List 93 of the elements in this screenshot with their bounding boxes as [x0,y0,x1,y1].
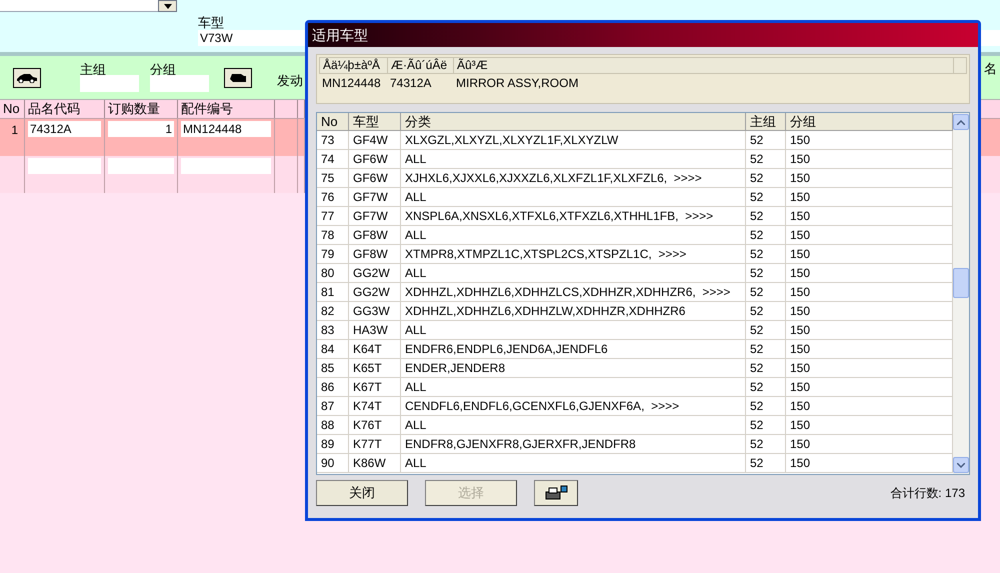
table-cell: 52 [746,150,786,168]
table-cell: 88 [317,416,349,434]
table-cell: 52 [746,321,786,339]
table-cell: GF4W [349,131,401,149]
table-cell: GF6W [349,150,401,168]
table-cell: 75 [317,169,349,187]
table-cell: ALL [401,226,746,244]
table-cell: K65T [349,359,401,377]
table-cell: XJHXL6,XJXXL6,XJXXZL6,XLXFZL1F,XLXFZL6, >>>> [401,169,746,187]
table-cell: GF7W [349,207,401,225]
table-cell: 86 [317,378,349,396]
table-cell: 78 [317,226,349,244]
table-cell: 76 [317,188,349,206]
table-cell-text: MIRROR ASSY,ROOM [455,75,580,92]
table-cell: ENDFR8,GJENXFR8,GJERXFR,JENDFR8 [401,435,746,453]
table-cell: K67T [349,378,401,396]
field-label: 发动 [277,72,303,90]
column-header: 主组 [746,113,786,130]
table-cell: K64T [349,340,401,358]
table-cell: 52 [746,454,786,472]
table-cell: 52 [746,131,786,149]
table-cell: 83 [317,321,349,339]
table-cell: 73 [317,131,349,149]
table-cell: 77 [317,207,349,225]
column-header: 配件编号 [178,100,275,118]
table-cell: 52 [746,226,786,244]
table-cell: 52 [746,378,786,396]
table-cell: GG3W [349,302,401,320]
table-cell: GG2W [349,283,401,301]
column-header: No [317,113,349,130]
table-cell: 90 [317,454,349,472]
table-cell: 52 [746,302,786,320]
table-cell: XTMPR8,XTMPZL1C,XTSPL2CS,XTSPZL1C, >>>> [401,245,746,263]
table-cell: 87 [317,397,349,415]
table-cell: GF7W [349,188,401,206]
table-cell-text: MN124448 [321,75,382,92]
table-cell: 52 [746,283,786,301]
table-cell: 52 [746,207,786,225]
table-cell: GF8W [349,245,401,263]
table-cell: ALL [401,264,746,282]
table-cell: 52 [746,264,786,282]
table-cell: XDHHZL,XDHHZL6,XDHHZLW,XDHHZR,XDHHZR6 [401,302,746,320]
table-cell: 52 [746,169,786,187]
table-cell: HA3W [349,321,401,339]
table-cell: ENDFR6,ENDPL6,JEND6A,JENDFL6 [401,340,746,358]
table-cell: K86W [349,454,401,472]
table-cell-text: 74312A [389,75,432,92]
table-cell: GG2W [349,264,401,282]
table-cell: K76T [349,416,401,434]
column-header: 订购数量 [105,100,178,118]
table-cell: 89 [317,435,349,453]
column-header: Ãû³Æ [454,58,954,73]
table-cell: 52 [746,397,786,415]
field-label: 主组 [80,61,106,79]
column-header: No [0,100,25,118]
column-header: 车型 [349,113,401,130]
table-cell: XLXGZL,XLXYZL,XLXYZL1F,XLXYZLW [401,131,746,149]
table-cell: 52 [746,245,786,263]
column-header: Åä¼þ±àºÅ [320,58,388,73]
table-cell: 81 [317,283,349,301]
total-count: 合计行数: 173 [890,485,965,502]
table-cell: K77T [349,435,401,453]
table-cell: K74T [349,397,401,415]
table-cell: CENDFL6,ENDFL6,GCENXFL6,GJENXF6A, >>>> [401,397,746,415]
table-cell: ALL [401,188,746,206]
table-cell: GF8W [349,226,401,244]
table-cell: 74 [317,150,349,168]
table-cell: ALL [401,378,746,396]
table-cell: 80 [317,264,349,282]
table-cell: 82 [317,302,349,320]
table-cell: 85 [317,359,349,377]
table-cell: 52 [746,188,786,206]
column-header: 品名代码 [25,100,105,118]
table-cell: 52 [746,359,786,377]
column-header: 分类 [401,113,746,130]
table-cell: GF6W [349,169,401,187]
column-header: Æ·Ãû´úÂë [388,58,454,73]
table-cell: ALL [401,321,746,339]
table-cell: 84 [317,340,349,358]
column-header: 名 [984,60,997,78]
field-label: 车型 [198,14,224,32]
table-cell: 52 [746,340,786,358]
table-cell: 52 [746,416,786,434]
table-cell: 79 [317,245,349,263]
dialog-title: 适用车型 [308,23,978,47]
table-cell: ALL [401,150,746,168]
field-label: 分组 [150,61,176,79]
table-cell: 52 [746,435,786,453]
table-cell: ALL [401,454,746,472]
table-cell: XDHHZL,XDHHZL6,XDHHZLCS,XDHHZR,XDHHZR6, >>>> [401,283,746,301]
table-cell: XNSPL6A,XNSXL6,XTFXL6,XTFXZL6,XTHHL1FB, >>>> [401,207,746,225]
table-cell: ALL [401,416,746,434]
table-cell: ENDER,JENDER8 [401,359,746,377]
